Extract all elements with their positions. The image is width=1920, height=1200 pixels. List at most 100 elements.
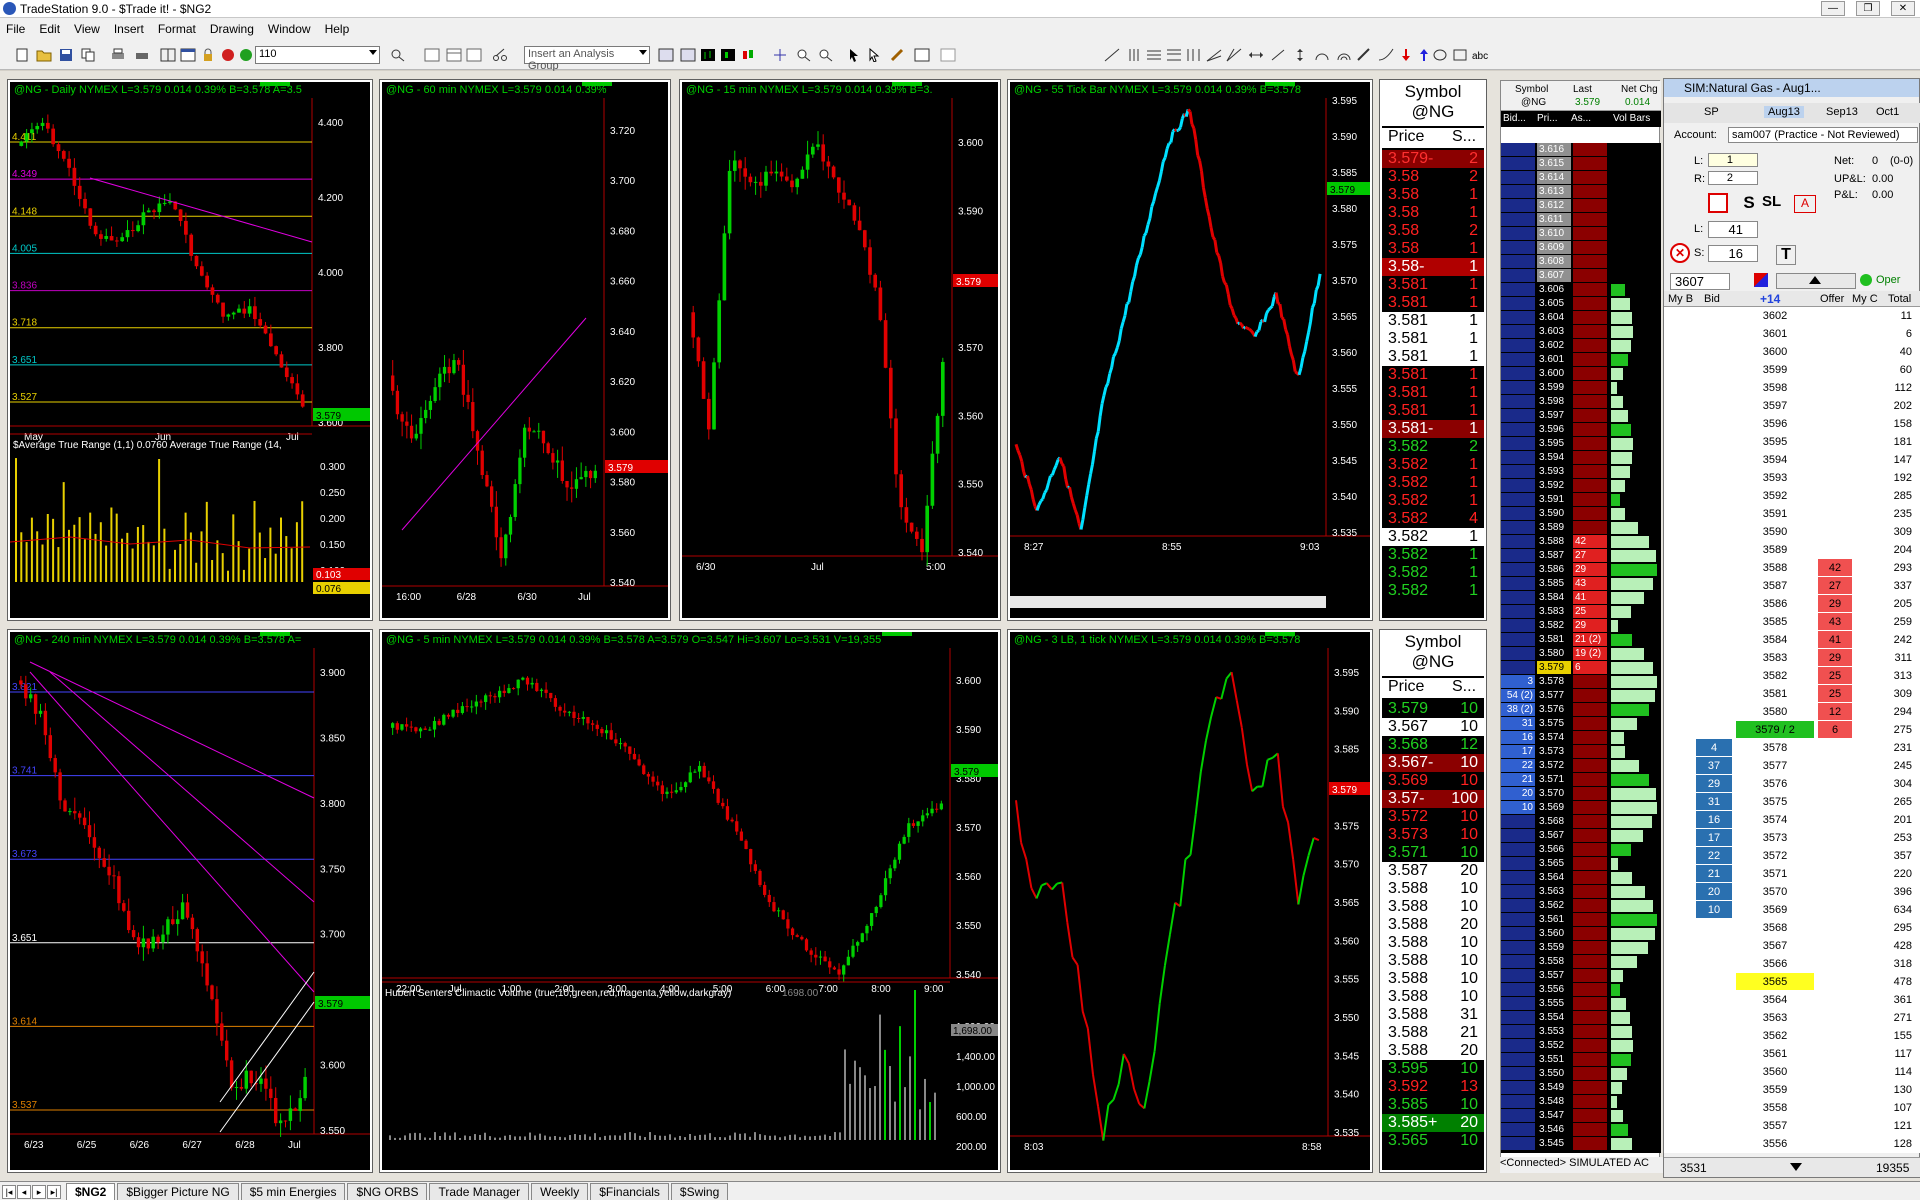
ladder-price-cell[interactable]: 3.547 bbox=[1537, 1109, 1571, 1122]
ladder-ask-cell[interactable] bbox=[1573, 353, 1607, 366]
matrix-row[interactable]: 3579 / 2 6 275 bbox=[1664, 721, 1920, 739]
ladder-row[interactable]: 3.558 bbox=[1501, 955, 1661, 969]
ladder-ask-cell[interactable]: 6 bbox=[1573, 661, 1607, 674]
ladder-bid-cell[interactable]: 54 (2) bbox=[1501, 689, 1535, 702]
ladder-row[interactable]: 3.584 41 bbox=[1501, 591, 1661, 605]
ladder-row[interactable]: 3.565 bbox=[1501, 857, 1661, 871]
ladder-price-cell[interactable]: 3.596 bbox=[1537, 423, 1571, 436]
matrix-row[interactable]: 3563 271 bbox=[1664, 1009, 1920, 1027]
matrix-offer-cell[interactable]: 29 bbox=[1818, 649, 1852, 666]
matrix-offer-cell[interactable] bbox=[1818, 829, 1852, 846]
ladder-price-cell[interactable]: 3.551 bbox=[1537, 1053, 1571, 1066]
matrix-price-cell[interactable]: 3576 bbox=[1736, 775, 1814, 792]
ladder-price-cell[interactable]: 3.600 bbox=[1537, 367, 1571, 380]
matrix-offer-cell[interactable] bbox=[1818, 433, 1852, 450]
ladder-bid-cell[interactable] bbox=[1501, 311, 1535, 324]
matrix-bid-cell[interactable] bbox=[1696, 559, 1732, 576]
ladder-sub-price[interactable]: Pri... bbox=[1537, 113, 1558, 127]
matrix-offer-cell[interactable] bbox=[1818, 379, 1852, 396]
matrix-offer-cell[interactable] bbox=[1818, 901, 1852, 918]
matrix-price-cell[interactable]: 3574 bbox=[1736, 811, 1814, 828]
ladder-sub-volbars[interactable]: Vol Bars bbox=[1613, 113, 1650, 127]
ladder-bid-cell[interactable]: 17 bbox=[1501, 745, 1535, 758]
ladder-row[interactable]: 3.581 21 (2) bbox=[1501, 633, 1661, 647]
ladder-price-cell[interactable]: 3.615 bbox=[1537, 157, 1571, 170]
ladder-ask-cell[interactable] bbox=[1573, 185, 1607, 198]
time-and-sales-bottom[interactable]: Symbol @NG Price S... 3.579 10 3.567 10 3.56… bbox=[1379, 629, 1487, 1173]
matrix-price-cell[interactable]: 3595 bbox=[1736, 433, 1814, 450]
ladder-row[interactable]: 3.593 bbox=[1501, 465, 1661, 479]
matrix-row[interactable]: 3559 130 bbox=[1664, 1081, 1920, 1099]
ladder-price-cell[interactable]: 3.578 bbox=[1537, 675, 1571, 688]
print-icon[interactable] bbox=[110, 48, 126, 62]
candle-red-green-icon[interactable] bbox=[740, 48, 756, 62]
matrix-offer-cell[interactable] bbox=[1818, 523, 1852, 540]
ladder-row[interactable]: 3.562 bbox=[1501, 899, 1661, 913]
matrix-price-cell[interactable]: 3599 bbox=[1736, 361, 1814, 378]
ladder-price-cell[interactable]: 3.590 bbox=[1537, 507, 1571, 520]
ladder-bid-cell[interactable] bbox=[1501, 619, 1535, 632]
matrix-price-cell[interactable]: 3596 bbox=[1736, 415, 1814, 432]
matrix-offer-cell[interactable] bbox=[1818, 865, 1852, 882]
matrix-bid-cell[interactable] bbox=[1696, 397, 1732, 414]
diagonal-arrow-icon[interactable] bbox=[1270, 48, 1286, 62]
ladder-sub-ask[interactable]: As... bbox=[1571, 113, 1591, 127]
ladder-ask-cell[interactable]: 29 bbox=[1573, 563, 1607, 576]
matrix-price-cell[interactable]: 3591 bbox=[1736, 505, 1814, 522]
ladder-ask-cell[interactable] bbox=[1573, 269, 1607, 282]
ladder-ask-cell[interactable] bbox=[1573, 885, 1607, 898]
matrix-row[interactable]: 3602 11 bbox=[1664, 307, 1920, 325]
matrix-row[interactable]: 3595 181 bbox=[1664, 433, 1920, 451]
chart-canvas-15min[interactable]: 3.6003.5903.5803.5703.5603.5503.5406/30J… bbox=[682, 82, 1000, 620]
ladder-price-cell[interactable]: 3.583 bbox=[1537, 605, 1571, 618]
window-icon[interactable] bbox=[180, 48, 196, 62]
ladder-ask-cell[interactable] bbox=[1573, 367, 1607, 380]
matrix-offer-cell[interactable] bbox=[1818, 1099, 1852, 1116]
matrix-row[interactable]: 3566 318 bbox=[1664, 955, 1920, 973]
matrix-price-cell[interactable]: 3568 bbox=[1736, 919, 1814, 936]
col-total[interactable]: Total bbox=[1888, 293, 1911, 305]
chart-ng-15min[interactable]: 3.6003.5903.5803.5703.5603.5503.5406/30J… bbox=[679, 79, 1001, 621]
ladder-bid-cell[interactable] bbox=[1501, 829, 1535, 842]
matrix-offer-cell[interactable] bbox=[1818, 1009, 1852, 1026]
chart-ng-3lb[interactable]: 3.5953.5903.5853.5803.5753.5703.5653.560… bbox=[1007, 629, 1373, 1173]
ladder-row[interactable]: 3.610 bbox=[1501, 227, 1661, 241]
ladder-row[interactable]: 22 3.572 bbox=[1501, 759, 1661, 773]
matrix-offer-cell[interactable] bbox=[1818, 937, 1852, 954]
price-input[interactable]: 3607 bbox=[1670, 273, 1730, 290]
ladder-row[interactable]: 3.591 bbox=[1501, 493, 1661, 507]
zoom-in-icon[interactable] bbox=[796, 48, 812, 62]
ladder-bid-cell[interactable] bbox=[1501, 577, 1535, 590]
ladder-row[interactable]: 10 3.569 bbox=[1501, 801, 1661, 815]
matrix-bid-cell[interactable] bbox=[1696, 451, 1732, 468]
ladder-price-cell[interactable]: 3.592 bbox=[1537, 479, 1571, 492]
ladder-price-cell[interactable]: 3.607 bbox=[1537, 269, 1571, 282]
matrix-row[interactable]: 3585 43 259 bbox=[1664, 613, 1920, 631]
ladder-price-cell[interactable]: 3.597 bbox=[1537, 409, 1571, 422]
analysis-group-combo[interactable]: Insert an Analysis Group bbox=[524, 46, 650, 72]
ladder-ask-cell[interactable] bbox=[1573, 465, 1607, 478]
ladder-price-cell[interactable]: 3.573 bbox=[1537, 745, 1571, 758]
matrix-bid-cell[interactable] bbox=[1696, 523, 1732, 540]
matrix-row[interactable]: 3568 295 bbox=[1664, 919, 1920, 937]
ladder-price-cell[interactable]: 3.576 bbox=[1537, 703, 1571, 716]
chart-canvas-3lb[interactable]: 3.5953.5903.5853.5803.5753.5703.5653.560… bbox=[1010, 632, 1372, 1172]
ladder-price-cell[interactable]: 3.613 bbox=[1537, 185, 1571, 198]
matrix-bid-cell[interactable] bbox=[1696, 343, 1732, 360]
ladder-price-cell[interactable]: 3.593 bbox=[1537, 465, 1571, 478]
ladder-ask-cell[interactable] bbox=[1573, 927, 1607, 940]
matrix-row[interactable]: 3581 25 309 bbox=[1664, 685, 1920, 703]
matrix-price-cell[interactable]: 3602 bbox=[1736, 307, 1814, 324]
matrix-offer-cell[interactable] bbox=[1818, 487, 1852, 504]
curve-icon[interactable] bbox=[1378, 48, 1394, 62]
ladder-ask-cell[interactable] bbox=[1573, 325, 1607, 338]
ladder-row[interactable]: 16 3.574 bbox=[1501, 731, 1661, 745]
ladder-sub-bid[interactable]: Bid... bbox=[1503, 113, 1526, 127]
symbol-lookup-icon[interactable] bbox=[390, 48, 406, 62]
matrix-price-cell[interactable]: 3575 bbox=[1736, 793, 1814, 810]
ladder-price-cell[interactable]: 3.560 bbox=[1537, 927, 1571, 940]
matrix-bid-cell[interactable] bbox=[1696, 379, 1732, 396]
contract-sep13[interactable]: Sep13 bbox=[1826, 106, 1858, 118]
matrix-row[interactable]: 3600 40 bbox=[1664, 343, 1920, 361]
matrix-offer-cell[interactable] bbox=[1818, 1027, 1852, 1044]
